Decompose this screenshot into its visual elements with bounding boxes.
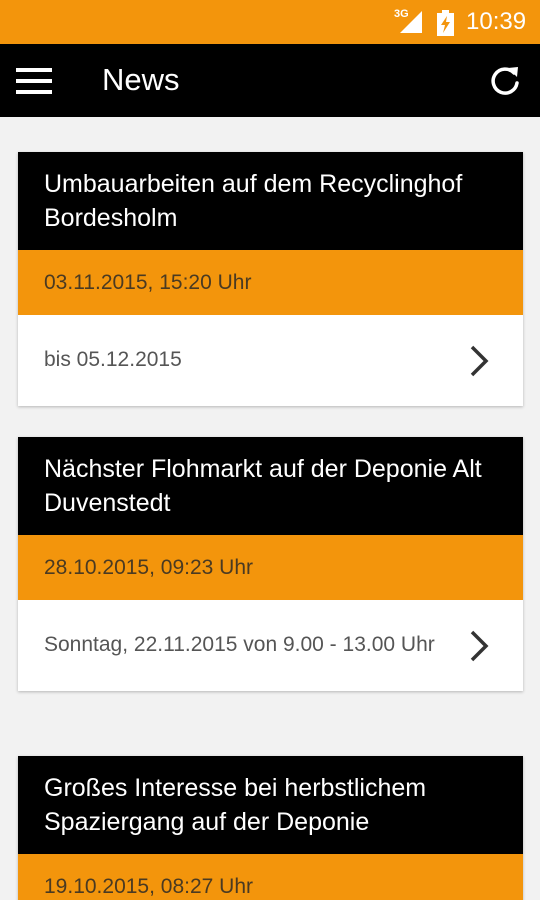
news-summary: Sonntag, 22.11.2015 von 9.00 - 13.00 Uhr bbox=[44, 633, 435, 656]
status-bar: 3G 10:39 bbox=[0, 0, 540, 44]
news-date: 28.10.2015, 09:23 Uhr bbox=[18, 535, 523, 600]
chevron-right-icon[interactable] bbox=[469, 345, 489, 377]
news-summary-row: bis 05.12.2015 bbox=[18, 315, 523, 406]
network-type: 3G bbox=[394, 8, 409, 20]
news-title: Großes Interesse bei herbstlichem Spazie… bbox=[18, 756, 523, 854]
news-card[interactable]: Nächster Flohmarkt auf der Deponie Alt D… bbox=[18, 437, 523, 691]
chevron-right-icon[interactable] bbox=[469, 630, 489, 662]
news-date: 19.10.2015, 08:27 Uhr bbox=[18, 854, 523, 900]
news-summary: bis 05.12.2015 bbox=[44, 348, 182, 371]
news-card[interactable]: Umbauarbeiten auf dem Recyclinghof Borde… bbox=[18, 152, 523, 406]
clock: 10:39 bbox=[466, 8, 527, 35]
news-title: Umbauarbeiten auf dem Recyclinghof Borde… bbox=[18, 152, 523, 250]
battery-charging-icon bbox=[437, 10, 454, 36]
news-date: 03.11.2015, 15:20 Uhr bbox=[18, 250, 523, 315]
app-bar: News bbox=[0, 44, 540, 117]
refresh-icon[interactable] bbox=[488, 64, 522, 98]
news-title: Nächster Flohmarkt auf der Deponie Alt D… bbox=[18, 437, 523, 535]
news-feed[interactable]: Umbauarbeiten auf dem Recyclinghof Borde… bbox=[0, 117, 540, 900]
page-title: News bbox=[102, 62, 180, 97]
news-card[interactable]: Großes Interesse bei herbstlichem Spazie… bbox=[18, 756, 523, 900]
news-summary-row: Sonntag, 22.11.2015 von 9.00 - 13.00 Uhr bbox=[18, 600, 523, 691]
menu-icon[interactable] bbox=[16, 68, 52, 94]
